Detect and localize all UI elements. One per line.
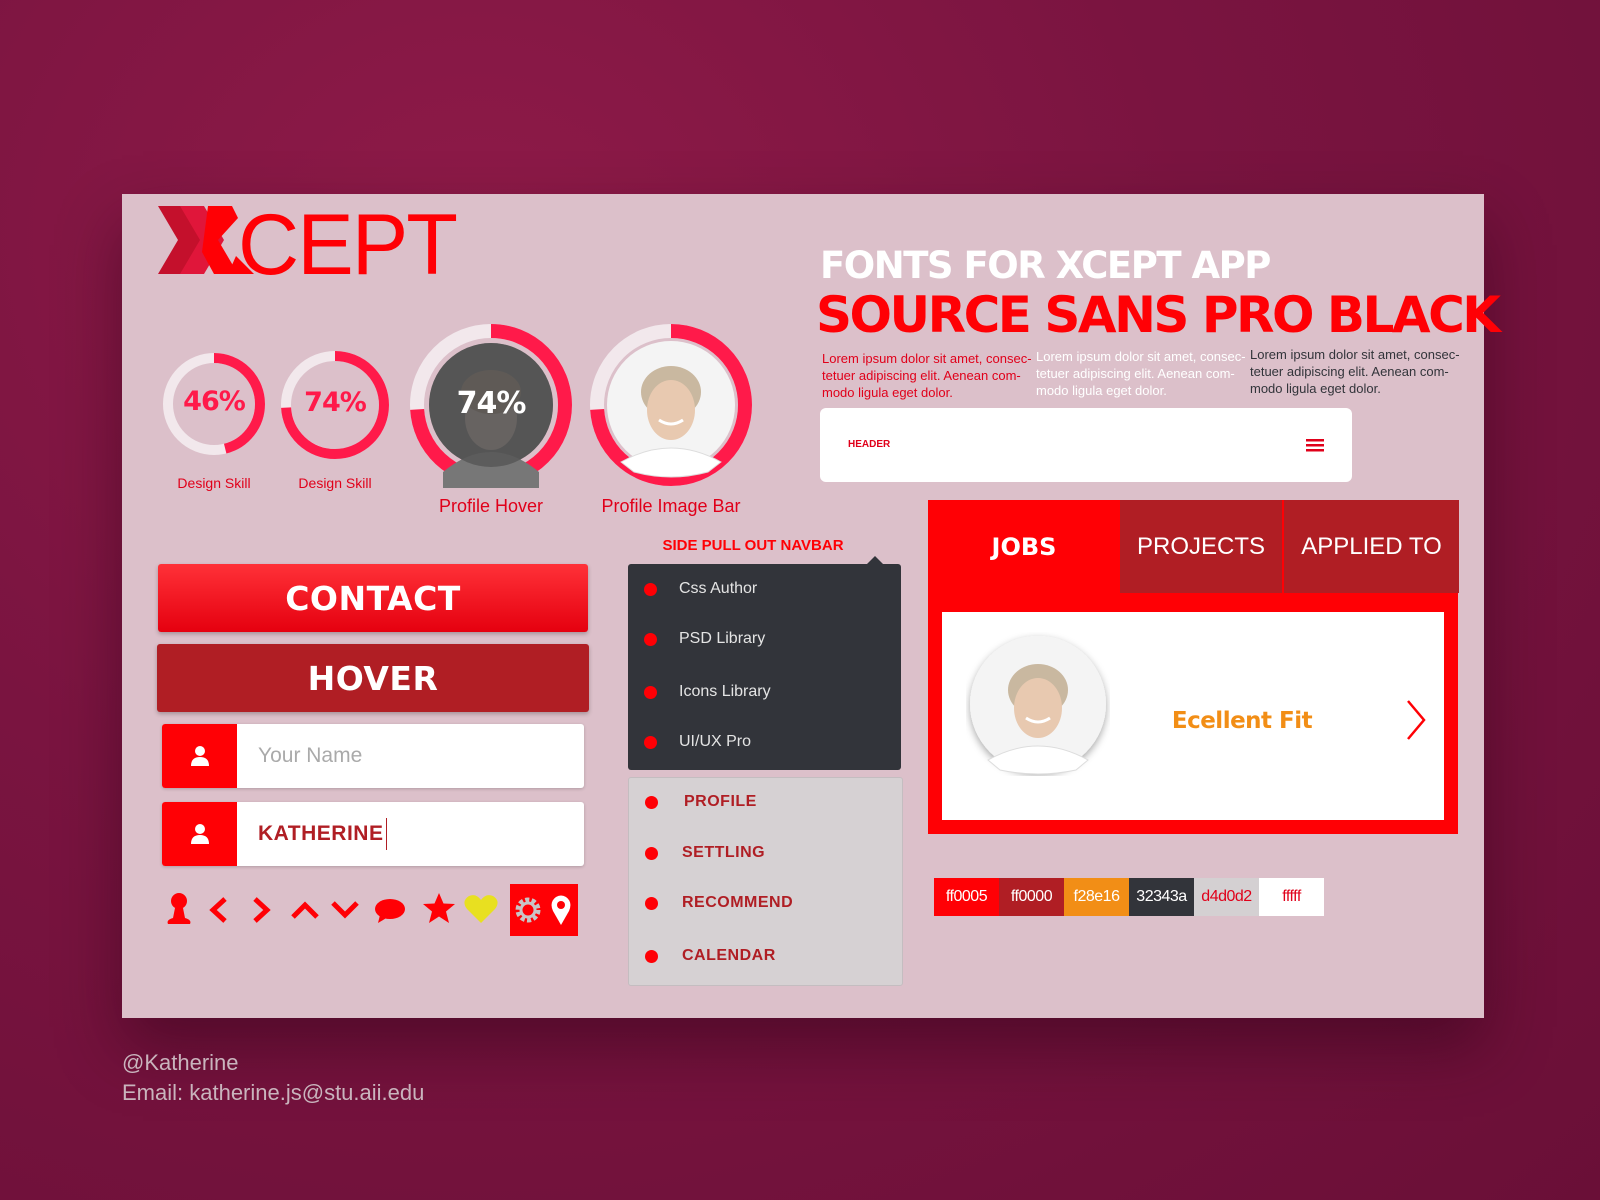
nav-item-label: PSD Library — [679, 630, 766, 647]
chat-bubble-icon[interactable] — [374, 898, 406, 924]
user-icon — [162, 802, 237, 866]
gear-icon[interactable] — [514, 896, 542, 924]
nav-item-label: CALENDAR — [682, 947, 776, 964]
star-icon[interactable] — [422, 892, 456, 924]
chevron-down-icon[interactable] — [330, 900, 360, 920]
nav-item-label: SETTLING — [682, 844, 766, 861]
lorem-paragraph: Lorem ipsum dolor sit amet, consec-tetue… — [1036, 348, 1254, 399]
color-swatch: 32343a — [1129, 878, 1194, 916]
fonts-title: FONTS FOR XCEPT APP — [820, 244, 1271, 287]
chevron-up-icon[interactable] — [290, 900, 320, 920]
nav-item-label: UI/UX Pro — [679, 733, 752, 750]
color-swatch: d4d0d2 — [1194, 878, 1259, 916]
skill-label: Design Skill — [177, 475, 251, 491]
profile-image-bar-label: Profile Image Bar — [601, 496, 741, 516]
font-name: SOURCE SANS PRO BLACK — [816, 286, 1501, 344]
user-icon — [162, 724, 237, 788]
lorem-line: modo ligula eget dolor. — [1250, 381, 1381, 396]
name-input-value[interactable]: KATHERINE — [258, 802, 388, 866]
lorem-line: tetuer adipiscing elit. Aenean com- — [1036, 366, 1235, 381]
svg-text:CEPT: CEPT — [238, 200, 456, 280]
xcept-logo: CEPT — [158, 197, 458, 293]
footer-handle: @Katherine — [122, 1050, 239, 1075]
skill-label: Design Skill — [298, 475, 372, 491]
nav-item[interactable]: UI/UX Pro — [628, 731, 901, 753]
nav-item[interactable]: Css Author — [628, 578, 901, 600]
lorem-paragraph: Lorem ipsum dolor sit amet, consec-tetue… — [1250, 346, 1468, 397]
lorem-line: modo ligula eget dolor. — [822, 385, 953, 400]
side-navbar-light: PROFILE SETTLING RECOMMEND CALENDAR — [628, 777, 903, 986]
footer-email: Email: katherine.js@stu.aii.edu — [122, 1080, 425, 1105]
color-swatch: ff0000 — [999, 878, 1064, 916]
profile-hover-ring[interactable]: 74% — [408, 322, 574, 488]
header-label: HEADER — [848, 439, 891, 450]
bullet-dot — [645, 795, 658, 809]
contact-button[interactable]: CONTACT — [158, 564, 588, 632]
style-guide-board: CEPT FONTS FOR XCEPT APP SOURCE SANS PRO… — [122, 194, 1501, 1018]
nav-item[interactable]: PSD Library — [628, 628, 901, 650]
skill-ring: 46% — [160, 350, 268, 458]
hover-button[interactable]: HOVER — [157, 644, 589, 712]
side-navbar-dark: Css Author PSD Library Icons Library UI/… — [628, 564, 901, 770]
skill-value: 74% — [304, 387, 367, 418]
name-field-filled[interactable]: KATHERINE — [162, 802, 584, 866]
bullet-dot — [645, 846, 658, 860]
settings-location-group — [510, 884, 578, 936]
profile-image-bar[interactable] — [588, 322, 754, 488]
profile-hover-value: 74% — [456, 386, 527, 421]
color-swatch: ff0005 — [934, 878, 999, 916]
skill-value: 46% — [183, 386, 246, 417]
navbar-pointer — [867, 556, 883, 564]
bullet-dot — [644, 582, 657, 596]
job-card[interactable]: Ecellent Fit — [942, 612, 1444, 820]
lorem-paragraph: Lorem ipsum dolor sit amet, consec-tetue… — [822, 350, 1040, 401]
chevron-right-icon[interactable] — [250, 896, 272, 924]
jobs-panel: JOBS PROJECTS APPLIED TO Ecellent Fit — [928, 500, 1459, 834]
text-caret — [386, 818, 388, 851]
header-bar-sample: HEADER — [820, 408, 1352, 482]
lorem-line: Lorem ipsum dolor sit amet, consec- — [1250, 347, 1460, 362]
lorem-line: tetuer adipiscing elit. Aenean com- — [822, 368, 1021, 383]
hamburger-menu-icon[interactable] — [1306, 438, 1324, 452]
nav-item[interactable]: SETTLING — [629, 842, 902, 864]
name-field[interactable]: Your Name — [162, 724, 584, 788]
nav-item[interactable]: PROFILE — [629, 791, 902, 813]
lorem-line: modo ligula eget dolor. — [1036, 383, 1167, 398]
profile-hover-label: Profile Hover — [438, 496, 544, 516]
skill-ring: 74% — [280, 350, 390, 460]
nav-item-label: PROFILE — [684, 793, 757, 810]
bullet-dot — [644, 735, 657, 749]
user-icon[interactable] — [166, 892, 192, 926]
bullet-dot — [644, 685, 657, 699]
heart-icon[interactable] — [464, 894, 498, 924]
nav-item-label: Css Author — [679, 580, 758, 597]
lorem-line: Lorem ipsum dolor sit amet, consec- — [1036, 349, 1246, 364]
fit-label: Ecellent Fit — [1171, 708, 1313, 734]
nav-item[interactable]: RECOMMEND — [629, 892, 902, 914]
tab-applied-to[interactable]: APPLIED TO — [1283, 500, 1459, 593]
side-navbar-title: SIDE PULL OUT NAVBAR — [662, 537, 844, 554]
tab-projects[interactable]: PROJECTS — [1120, 500, 1282, 593]
color-swatch: f28e16 — [1064, 878, 1129, 916]
name-input-placeholder[interactable]: Your Name — [258, 724, 362, 788]
nav-item-label: RECOMMEND — [682, 894, 794, 911]
chevron-left-icon[interactable] — [208, 896, 230, 924]
profile-avatar — [970, 636, 1106, 775]
color-swatch: fffff — [1259, 878, 1324, 916]
icon-row — [164, 884, 604, 936]
lorem-line: Lorem ipsum dolor sit amet, consec- — [822, 351, 1032, 366]
nav-item[interactable]: Icons Library — [628, 681, 901, 703]
bullet-dot — [645, 949, 658, 963]
profile-ring — [590, 324, 752, 486]
location-pin-icon[interactable] — [550, 894, 572, 926]
chevron-right-icon[interactable] — [1404, 698, 1428, 742]
bullet-dot — [645, 896, 658, 910]
lorem-line: tetuer adipiscing elit. Aenean com- — [1250, 364, 1449, 379]
nav-item[interactable]: CALENDAR — [629, 945, 902, 967]
tab-jobs[interactable]: JOBS — [928, 500, 1120, 593]
bullet-dot — [644, 632, 657, 646]
nav-item-label: Icons Library — [679, 683, 771, 700]
